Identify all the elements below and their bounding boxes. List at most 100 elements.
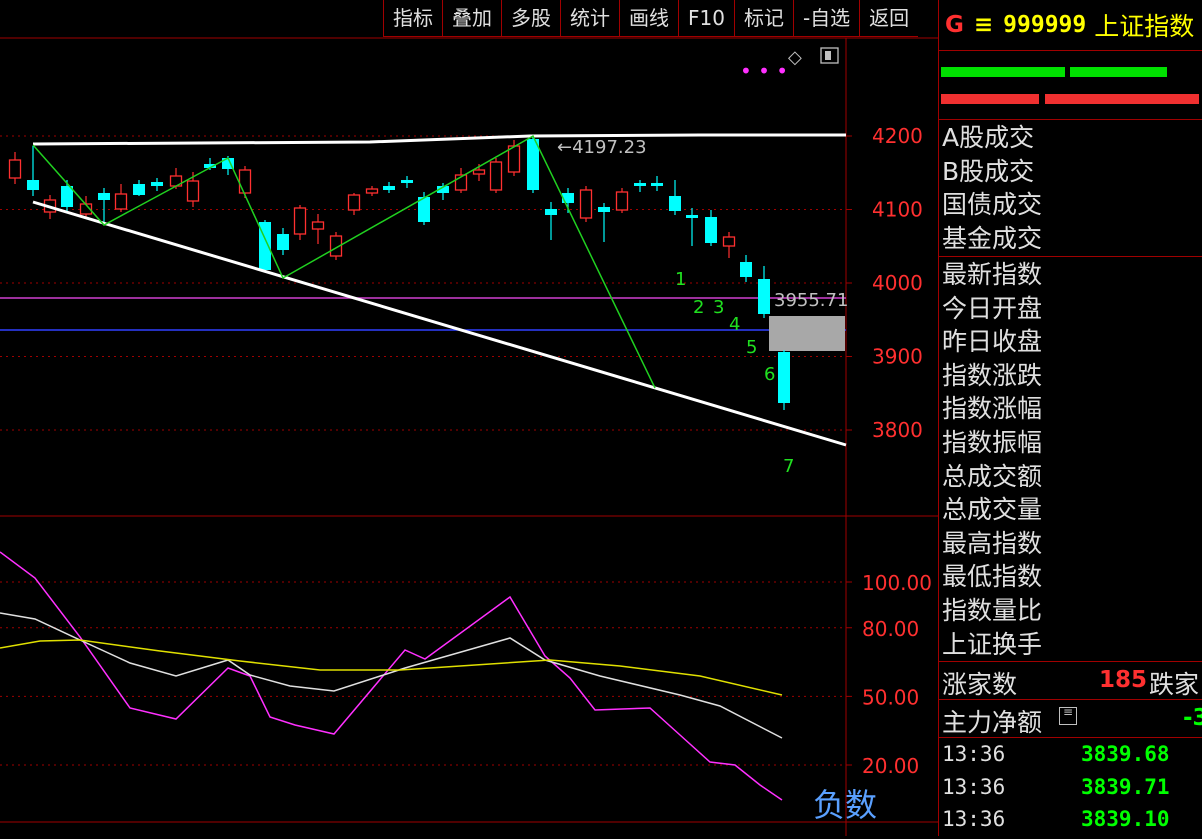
turnover-a-label: A股成交 [942,123,1035,152]
sell-volume-bar-1 [941,94,1039,104]
menu-icon[interactable]: ≡ [974,12,993,38]
toolbar-button-back[interactable]: 返回 [859,0,919,37]
stock-header: G ≡ 999999 上证指数 [939,0,1202,50]
candle-body [507,145,521,173]
indicator-line-d [0,612,783,739]
stock-code: 999999 [1003,12,1087,38]
wave-number-label: 7 [783,456,794,477]
candle-body [778,352,790,403]
wave-number-label: 5 [746,337,757,358]
tick-price: 3839.10 [1081,807,1170,831]
candle-body [8,159,22,179]
advance-count: 185 [1099,667,1148,693]
toolbar-button-statistics[interactable]: 统计 [560,0,619,37]
candle-body [722,236,736,247]
indicator-axis-label: 80.00 [862,617,919,641]
toolbar-button-multi-stock[interactable]: 多股 [501,0,560,37]
price-axis-label: 4100 [872,198,923,222]
candle-body [133,184,145,195]
dots-icon: • • • [740,59,788,83]
buy-volume-bar-1 [941,67,1065,77]
stat-open-label: 今日开盘 [942,293,1043,323]
indicator-axis-label: 50.00 [862,685,919,709]
tick-row: 13:36 3839.10 [939,807,1202,839]
candle-body [186,180,200,202]
stat-prev-close-label: 昨日收盘 [942,327,1043,357]
wave-number-label: 2 [693,297,704,318]
advance-decline-row: 涨家数 185 跌家 [939,663,1202,699]
candle-body [472,169,486,175]
stat-turnover-label: 上证换手 [942,629,1043,659]
gray-highlight-box [769,316,845,351]
index-stats-list: 最新指数 今日开盘 昨日收盘 指数涨跌 指数涨幅 指数振幅 总成交额 总成交量 … [939,258,1043,661]
turnover-bond-label: 国债成交 [942,190,1043,220]
zigzag-wave-line [32,134,656,389]
decline-label: 跌家 [1149,670,1200,699]
stat-low-label: 最低指数 [942,562,1043,592]
high-price-annotation: ←4197.23 [557,137,647,158]
chart-toolbar: 指标 叠加 多股 统计 画线 F10 标记 -自选 返回 [383,0,919,38]
level-price-annotation: 3955.71 [774,290,848,311]
candle-body [114,193,128,210]
candle-body [383,186,395,190]
candle-body [98,193,110,200]
candle-body [151,182,163,186]
candle-body [740,262,752,277]
candle-body [705,217,717,243]
candle-body [347,194,361,211]
main-flow-value: -3 [1183,705,1202,731]
toolbar-button-watchlist[interactable]: -自选 [792,0,860,37]
stock-name: 上证指数 [1094,12,1195,41]
turnover-fund-label: 基金成交 [942,223,1043,253]
sell-volume-bar-2 [1045,94,1199,104]
diamond-icon: ◇ [788,47,802,68]
candle-body [489,161,503,191]
indicator-line-k [0,551,783,801]
price-axis-label: 4000 [872,271,923,295]
list-icon[interactable]: ≡ [1059,706,1077,725]
tick-price: 3839.68 [1081,742,1170,766]
candle-body [651,183,663,186]
tick-time: 13:36 [942,742,1006,766]
candle-body [634,183,646,186]
candle-body [293,207,307,235]
stat-amplitude-label: 指数振幅 [942,427,1043,457]
watermark-text: 负数 [813,786,878,824]
toolbar-button-indicator[interactable]: 指标 [383,0,442,37]
wave-number-label: 1 [675,269,686,290]
candle-body [527,139,539,190]
turnover-b-label: B股成交 [942,156,1035,186]
candle-body [27,180,39,190]
stat-volume-ratio-label: 指数量比 [942,595,1043,625]
chart-area[interactable]: 4200 4100 4000 3900 3800 100.00 80.00 50.00 20.0… [0,0,938,836]
wave-number-label: 4 [729,314,740,335]
window-icon-fill [825,51,831,60]
buy-volume-bar-2 [1070,67,1167,77]
candle-body [277,234,289,250]
toolbar-button-draw-line[interactable]: 画线 [619,0,678,37]
tick-time: 13:36 [942,775,1006,799]
candle-body [686,215,698,218]
stat-change-pct-label: 指数涨幅 [942,394,1043,424]
candle-body [579,189,593,219]
price-axis-label: 3800 [872,418,923,442]
stat-high-label: 最高指数 [942,528,1043,558]
turnover-list: A股成交 B股成交 国债成交 基金成交 [939,121,1043,255]
price-axis-label: 3900 [872,345,923,369]
candle-body [545,209,557,215]
wave-number-label: 6 [764,364,775,385]
toolbar-button-mark[interactable]: 标记 [733,0,793,37]
toolbar-button-f10[interactable]: F10 [678,0,734,37]
tick-time: 13:36 [942,807,1006,831]
candle-body [365,188,379,194]
stat-latest-label: 最新指数 [942,260,1043,289]
stat-volume-label: 总成交量 [942,495,1043,525]
candle-body [669,196,681,211]
main-flow-row: 主力净额 ≡ -3 [939,701,1202,737]
candle-body [311,221,325,230]
candle-body [615,191,629,211]
candle-body [758,279,770,314]
toolbar-button-overlay[interactable]: 叠加 [442,0,501,37]
chart-canvas[interactable]: 4200 4100 4000 3900 3800 100.00 80.00 50.00 20.0… [0,0,938,836]
stock-tag: G [945,12,964,38]
